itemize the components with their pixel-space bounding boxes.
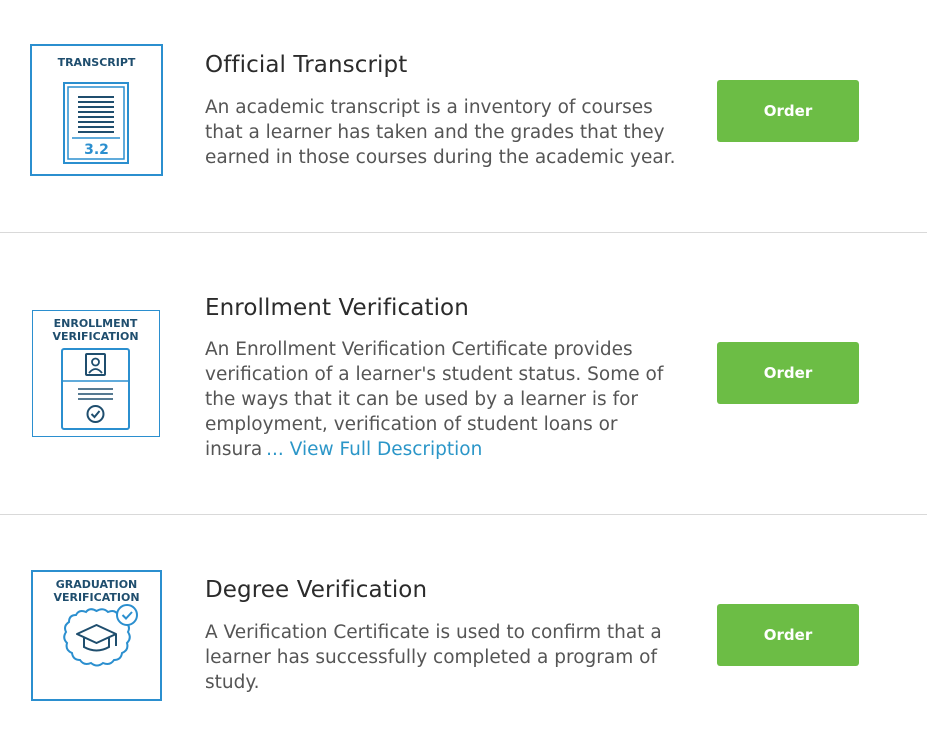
product-title: Enrollment Verification	[205, 295, 469, 321]
graduation-icon-label-2: VERIFICATION	[53, 591, 139, 604]
graduation-icon-label-1: GRADUATION	[56, 578, 138, 591]
graduation-icon-graphic: GRADUATION VERIFICATION	[53, 578, 140, 667]
transcript-grade: 3.2	[84, 142, 109, 158]
enrollment-verification-icon: ENROLLMENT VERIFICATION	[32, 310, 160, 437]
enrollment-icon-label-1: ENROLLMENT	[54, 317, 138, 330]
order-button[interactable]: Order	[717, 604, 859, 666]
order-button[interactable]: Order	[717, 342, 859, 404]
enrollment-icon-label-2: VERIFICATION	[52, 330, 138, 343]
graduation-verification-icon: GRADUATION VERIFICATION	[31, 570, 162, 701]
enrollment-icon-graphic: ENROLLMENT VERIFICATION	[52, 317, 139, 430]
product-degree-verification: GRADUATION VERIFICATION Degree Verificat…	[0, 515, 927, 742]
product-enrollment-verification: ENROLLMENT VERIFICATION Enrollment Verif…	[0, 233, 927, 514]
product-title: Official Transcript	[205, 52, 408, 78]
transcript-icon-graphic: TRANSCRIPT 3.2	[58, 56, 136, 164]
product-title: Degree Verification	[205, 577, 428, 603]
view-full-description-link[interactable]: ... View Full Description	[266, 439, 482, 460]
transcript-icon-label: TRANSCRIPT	[58, 56, 136, 69]
product-description: A Verification Certificate is used to co…	[205, 622, 662, 693]
product-official-transcript: TRANSCRIPT 3.2 Official Transcript An ac…	[0, 0, 927, 232]
product-description: An academic transcript is a inventory of…	[205, 97, 676, 168]
order-button[interactable]: Order	[717, 80, 859, 142]
transcript-icon: TRANSCRIPT 3.2	[30, 44, 163, 176]
product-description-block: An Enrollment Verification Certificate p…	[205, 337, 675, 462]
